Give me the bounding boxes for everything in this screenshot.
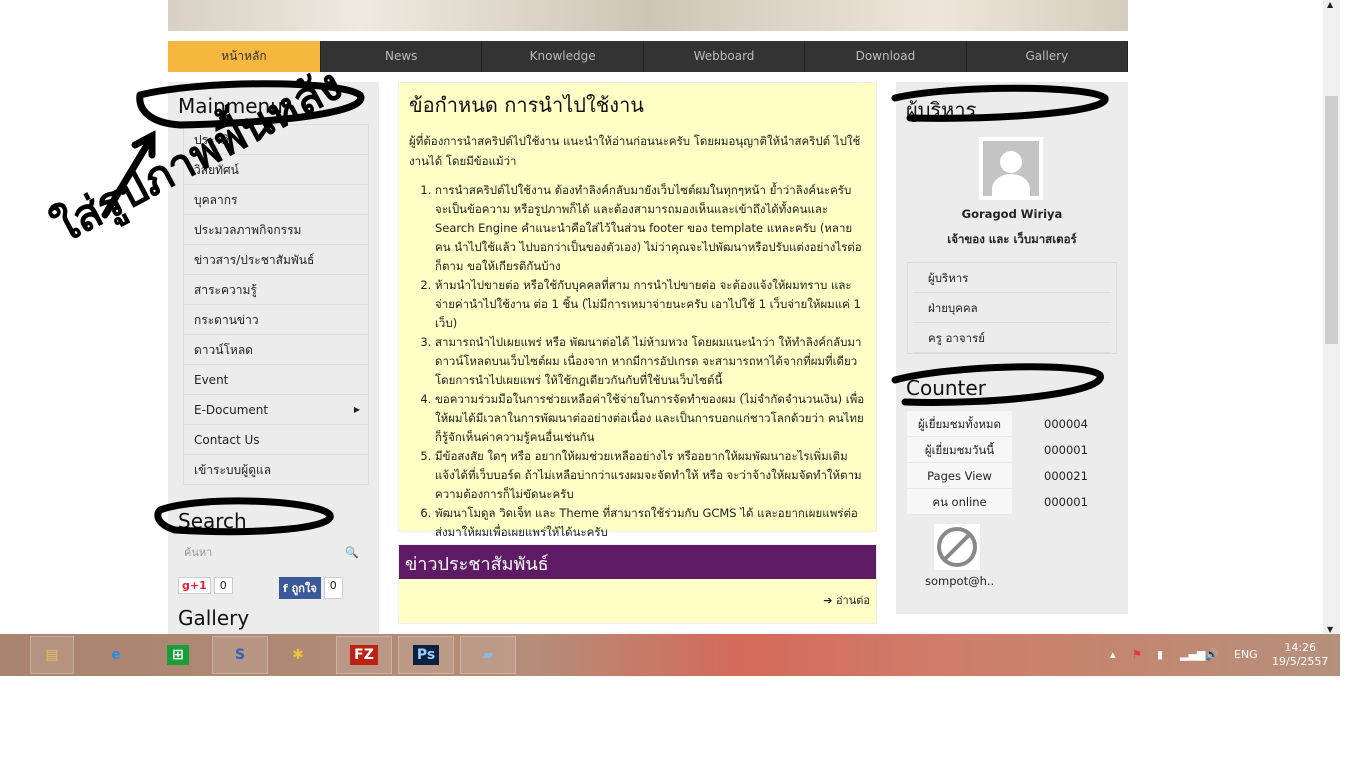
browser-icon[interactable]: S	[212, 636, 268, 674]
app-icon[interactable]: ✱	[276, 636, 320, 674]
photoshop-icon[interactable]: Ps	[398, 636, 454, 674]
show-hidden-icons[interactable]: ▴	[1110, 634, 1116, 676]
network-icon[interactable]: ▂▄▆	[1180, 634, 1205, 676]
circle-admin	[891, 84, 1109, 122]
clock[interactable]: 14:26 19/5/2557	[1272, 641, 1328, 669]
battery-icon[interactable]: ▮	[1157, 634, 1163, 676]
scroll-down-icon[interactable]: ▼	[1327, 625, 1333, 634]
windows-taskbar: ▤ e ⊞ S ✱ FZ Ps ▰ ▴ ⚑ ▮ ▂▄▆ 🔊 ENG 14:26 1…	[0, 634, 1340, 676]
page-scrollbar[interactable]: ▲ ▼	[1323, 0, 1340, 634]
volume-icon[interactable]: 🔊	[1205, 634, 1219, 676]
filezilla-icon[interactable]: FZ	[336, 636, 392, 674]
scrollbar-thumb[interactable]	[1325, 96, 1338, 344]
file-explorer-icon[interactable]: ▤	[30, 636, 74, 674]
hand-drawn-annotations	[101, 80, 1109, 536]
scroll-up-icon[interactable]: ▲	[1327, 0, 1333, 9]
browser-viewport: หน้าหลัก News Knowledge Webboard Downloa…	[0, 0, 1323, 634]
store-icon[interactable]: ⊞	[156, 636, 200, 674]
circle-search	[154, 497, 334, 536]
action-center-flag-icon[interactable]: ⚑	[1132, 634, 1142, 676]
notepad-icon[interactable]: ▰	[460, 636, 516, 674]
language-indicator[interactable]: ENG	[1234, 634, 1258, 676]
internet-explorer-icon[interactable]: e	[94, 636, 138, 674]
circle-counter	[891, 363, 1104, 406]
